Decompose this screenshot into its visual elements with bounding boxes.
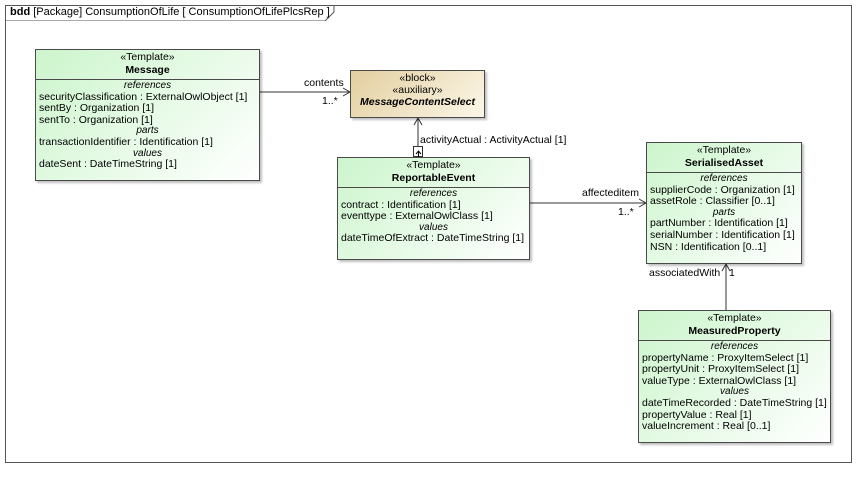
block-serialised-asset[interactable]: «Template» SerialisedAsset references sup… xyxy=(646,142,802,264)
property-name: propertyName xyxy=(642,351,709,364)
property-name: eventtype xyxy=(341,210,387,223)
block-header: «Template» Message xyxy=(36,50,259,81)
property-type: : Real [1] xyxy=(706,408,752,421)
property-type: : Organization [1] xyxy=(711,183,795,196)
property-name: partNumber xyxy=(650,217,706,230)
property-name: valueIncrement xyxy=(642,420,714,433)
contents-multiplicity: 1..* xyxy=(322,95,338,107)
block-measured-property[interactable]: «Template» MeasuredProperty references pr… xyxy=(638,310,831,443)
property-type: : ProxyItemSelect [1] xyxy=(708,351,809,364)
block-stereotype: «Template» xyxy=(406,159,461,171)
property-type: : ExternalOwlClass [1] xyxy=(386,210,493,223)
property-type: : ProxyItemSelect [1] xyxy=(699,363,799,376)
block-name: SerialisedAsset xyxy=(684,156,764,169)
block-compartment: references propertyName : ProxyItemSelect… xyxy=(639,341,830,436)
block-stereotype: «Template» xyxy=(707,312,762,324)
property-name: dateSent xyxy=(39,158,82,171)
block-name: ReportableEvent xyxy=(391,171,476,184)
property-name: sentTo xyxy=(39,113,70,126)
block-reportable-event[interactable]: «Template» ReportableEvent references con… xyxy=(337,157,530,260)
property-type: : Identification [0..1] xyxy=(672,240,767,253)
property-row[interactable]: transactionIdentifier : Identification [… xyxy=(39,135,256,149)
block-header: «block» «auxiliary» MessageContentSelect xyxy=(351,71,484,112)
affected-multiplicity: 1..* xyxy=(618,206,634,218)
property-name: valueType xyxy=(642,374,690,387)
block-message[interactable]: «Template» Message references securityCla… xyxy=(35,49,260,181)
associated-multiplicity: 1 xyxy=(729,267,735,279)
block-name: Message xyxy=(125,63,170,76)
property-type: : Identification [1] xyxy=(130,135,213,148)
property-type: : ExternalOwlObject [1] xyxy=(137,90,248,103)
block-header: «Template» SerialisedAsset xyxy=(647,143,801,174)
property-row[interactable]: dateTimeOfExtract : DateTimeString [1] xyxy=(341,233,526,245)
property-name: sentBy xyxy=(39,102,72,115)
block-name: MeasuredProperty xyxy=(688,324,781,337)
property-type: : Identification [1] xyxy=(712,228,795,241)
block-stereotype: «Template» xyxy=(120,51,175,63)
block-name: MessageContentSelect xyxy=(360,96,475,109)
block-compartment: references contract : Identification [1] e… xyxy=(338,188,529,248)
block-message-content-select[interactable]: «block» «auxiliary» MessageContentSelect xyxy=(350,70,485,118)
block-stereotype: «Template» xyxy=(696,144,752,156)
property-name: contract xyxy=(341,198,379,211)
composite-end-marker xyxy=(413,146,423,159)
property-name: NSN xyxy=(650,240,673,253)
property-name: securityClassification xyxy=(39,90,138,103)
property-type: : Organization [1] xyxy=(69,113,153,126)
property-row[interactable]: NSN : Identification [0..1] xyxy=(650,240,798,254)
property-name: propertyUnit xyxy=(642,363,700,376)
property-name: dateTimeRecorded xyxy=(642,396,731,409)
property-name: dateTimeOfExtract xyxy=(341,232,429,245)
associated-role-label: associatedWith xyxy=(649,267,721,279)
block-header: «Template» MeasuredProperty xyxy=(639,311,830,342)
block-stereotype-block: «block» xyxy=(399,72,436,84)
property-name: serialNumber xyxy=(650,228,713,241)
property-type: : Real [0..1] xyxy=(713,420,771,433)
activity-actual-label: activityActual : ActivityActual [1] xyxy=(420,134,567,146)
block-stereotype-auxiliary: «auxiliary» xyxy=(392,83,443,96)
block-header: «Template» ReportableEvent xyxy=(338,158,529,189)
property-type: : Identification [1] xyxy=(705,217,788,230)
contents-role-label: contents xyxy=(304,77,344,89)
property-row[interactable]: dateSent : DateTimeString [1] xyxy=(39,158,256,171)
property-name: transactionIdentifier xyxy=(39,135,131,148)
property-name: supplierCode xyxy=(650,183,712,196)
block-compartment: references supplierCode : Organization [1… xyxy=(647,173,801,256)
property-name: assetRole xyxy=(650,195,697,208)
property-type: : DateTimeString [1] xyxy=(81,158,177,171)
property-name: propertyValue xyxy=(642,408,707,421)
property-type: : Identification [1] xyxy=(378,198,461,211)
property-type: : Classifier [0..1] xyxy=(696,195,775,208)
property-type: : DateTimeString [1] xyxy=(428,232,525,245)
block-compartment: references securityClassification : Exter… xyxy=(36,80,259,173)
property-type: : Organization [1] xyxy=(71,102,154,115)
property-row[interactable]: valueIncrement : Real [0..1] xyxy=(642,420,827,433)
property-type: : ExternalOwlClass [1] xyxy=(689,374,797,387)
affected-role-label: affecteditem xyxy=(582,187,640,199)
property-type: : DateTimeString [1] xyxy=(730,396,827,409)
